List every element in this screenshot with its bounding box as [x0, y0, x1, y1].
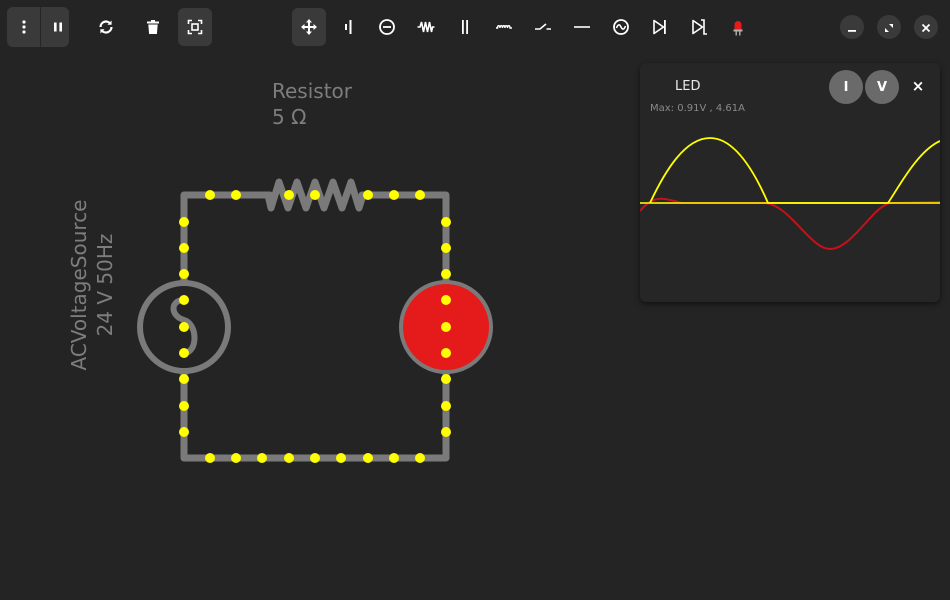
delete-icon [145, 19, 161, 35]
resistor-tool-icon [417, 18, 435, 36]
electron-dot [415, 453, 425, 463]
electron-dot [179, 217, 189, 227]
electron-dot [441, 348, 451, 358]
oscilloscope-close-button[interactable]: × [910, 77, 926, 95]
electron-dot [179, 374, 189, 384]
current-toggle-button[interactable]: I [829, 70, 863, 104]
more-button[interactable] [7, 8, 41, 46]
voltage-toggle-button[interactable]: V [865, 70, 899, 104]
zener-diode-tool-icon [690, 18, 708, 36]
diode-tool-icon [651, 18, 669, 36]
electron-dot [441, 217, 451, 227]
pause-icon [50, 19, 66, 35]
electron-dot [389, 190, 399, 200]
electron-dot [441, 243, 451, 253]
electron-dot [179, 348, 189, 358]
electron-dot [415, 190, 425, 200]
switch-tool-icon [534, 18, 552, 36]
electron-dot [284, 453, 294, 463]
electron-dot [441, 401, 451, 411]
electron-dot [310, 190, 320, 200]
electron-dot [179, 269, 189, 279]
electron-dot [179, 295, 189, 305]
electron-dot [441, 374, 451, 384]
source-name: ACVoltageSource [67, 199, 91, 371]
wire-tool-icon [573, 18, 591, 36]
screenshot-button[interactable] [178, 8, 212, 46]
restore-button[interactable] [877, 15, 901, 39]
wire-tool-button[interactable] [565, 8, 599, 46]
led-tool-icon [729, 18, 747, 36]
electron-dot [179, 322, 189, 332]
current-source-tool-icon [378, 18, 396, 36]
close-button[interactable] [914, 15, 938, 39]
electron-dot [310, 453, 320, 463]
reset-icon [97, 18, 115, 36]
source-label[interactable]: ACVoltageSource 24 V 50Hz [66, 175, 118, 395]
resistor-tool-button[interactable] [409, 8, 443, 46]
move-tool-button[interactable] [292, 8, 326, 46]
inductor-tool-icon [495, 18, 513, 36]
more-icon [16, 19, 32, 35]
battery-tool-button[interactable] [331, 8, 365, 46]
source-value: 24 V 50Hz [93, 233, 117, 337]
delete-button[interactable] [136, 8, 170, 46]
electron-dot [179, 427, 189, 437]
current-trace [640, 197, 940, 251]
close-icon [921, 18, 931, 37]
toolbar [0, 0, 950, 54]
electron-dot [179, 243, 189, 253]
electron-dot [231, 190, 241, 200]
electron-dot [231, 453, 241, 463]
switch-tool-button[interactable] [526, 8, 560, 46]
resistor-value: 5 Ω [272, 105, 307, 129]
screenshot-icon [187, 19, 203, 35]
voltage-trace [649, 137, 940, 204]
minimize-button[interactable] [840, 15, 864, 39]
electron-dot [441, 427, 451, 437]
electron-dot [441, 295, 451, 305]
electron-dot [205, 190, 215, 200]
pause-button[interactable] [41, 8, 75, 46]
electron-dot [179, 401, 189, 411]
electron-dot [441, 269, 451, 279]
inductor-tool-button[interactable] [487, 8, 521, 46]
oscilloscope-plot [640, 137, 940, 251]
ac-source-tool-icon [612, 18, 630, 36]
capacitor-tool-icon [456, 18, 474, 36]
electron-dot [336, 453, 346, 463]
oscilloscope-panel[interactable]: LED Max: 0.91V , 4.61A I V × [640, 63, 940, 302]
oscilloscope-max-readout: Max: 0.91V , 4.61A [650, 103, 745, 114]
battery-tool-icon [339, 18, 357, 36]
electron-dot [284, 190, 294, 200]
led-tool-button[interactable] [721, 8, 755, 46]
electron-dot [257, 453, 267, 463]
move-tool-icon [300, 18, 318, 36]
resistor-label[interactable]: Resistor 5 Ω [272, 78, 352, 130]
electron-dot [441, 322, 451, 332]
capacitor-tool-button[interactable] [448, 8, 482, 46]
electron-dot [363, 453, 373, 463]
diode-tool-button[interactable] [643, 8, 677, 46]
electron-dot [205, 453, 215, 463]
minimize-icon [847, 18, 857, 37]
ac-source-tool-button[interactable] [604, 8, 638, 46]
current-source-tool-button[interactable] [370, 8, 404, 46]
restore-icon [884, 18, 894, 37]
reset-button[interactable] [89, 8, 123, 46]
resistor-name: Resistor [272, 79, 352, 103]
oscilloscope-title: LED [675, 79, 701, 94]
zener-diode-tool-button[interactable] [682, 8, 716, 46]
electron-dot [389, 453, 399, 463]
electron-dot [363, 190, 373, 200]
